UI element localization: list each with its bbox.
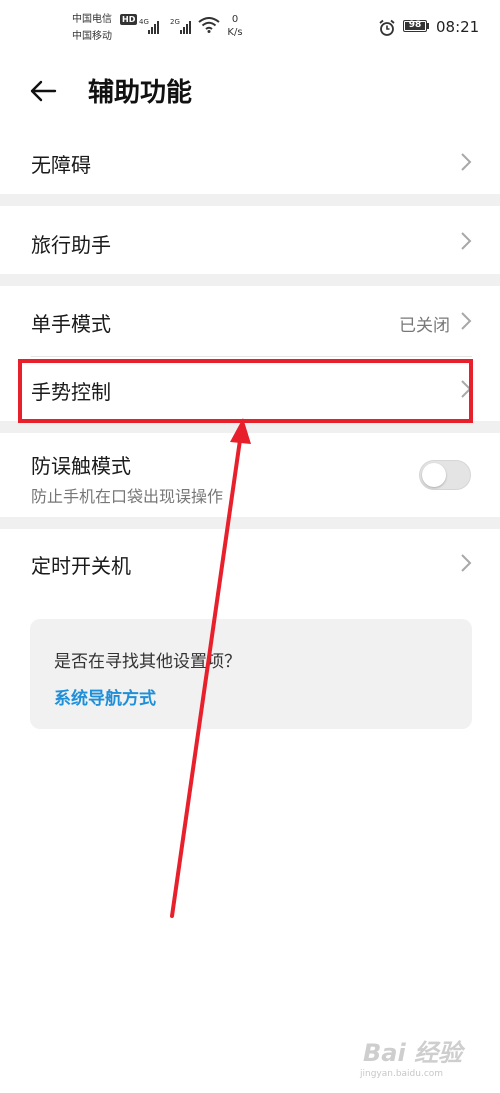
back-arrow-icon: [30, 80, 57, 102]
battery-level: 98: [408, 20, 422, 30]
chevron-right-icon: [461, 554, 472, 572]
suggestion-question: 是否在寻找其他设置项？: [54, 652, 241, 672]
travel-assistant-label: 旅行助手: [31, 233, 111, 257]
section-gap: [0, 517, 500, 529]
system-navigation-link[interactable]: 系统导航方式: [54, 684, 156, 709]
accidental-touch-label: 防误触模式: [31, 454, 131, 478]
network-speed: 0 K/s: [226, 13, 244, 39]
one-hand-mode-item[interactable]: 单手模式 已关闭: [0, 286, 500, 356]
app-bar: 辅助功能: [0, 52, 500, 130]
back-button[interactable]: [22, 70, 64, 112]
network-speed-value: 0: [231, 14, 239, 25]
page-title: 辅助功能: [88, 78, 193, 108]
scheduled-power-item[interactable]: 定时开关机: [0, 529, 500, 595]
scheduled-power-label: 定时开关机: [31, 554, 131, 578]
accessibility-item[interactable]: 无障碍: [0, 130, 500, 194]
status-bar: 中国电信 中国移动 HD 4G 2G 0 K/s 98 08:21: [0, 0, 500, 52]
watermark-logo: Bai 经验: [363, 1039, 463, 1067]
suggestion-card: 是否在寻找其他设置项？ 系统导航方式: [30, 619, 472, 729]
status-time: 08:21: [436, 18, 480, 36]
one-hand-mode-status: 已关闭: [399, 316, 450, 336]
alarm-icon: [379, 19, 395, 36]
chevron-right-icon: [461, 232, 472, 250]
network-type-2: 2G: [170, 18, 180, 26]
chevron-right-icon: [461, 312, 472, 330]
watermark: Bai 经验 jingyan.baidu.com: [355, 1027, 495, 1087]
highlight-box: [18, 359, 473, 423]
watermark-url: jingyan.baidu.com: [360, 1069, 444, 1079]
section-gap: [0, 194, 500, 206]
accidental-touch-item: 防误触模式 防止手机在口袋出现误操作: [0, 433, 500, 517]
network-speed-unit: K/s: [227, 27, 243, 38]
battery-icon: 98: [403, 20, 427, 32]
chevron-right-icon: [461, 153, 472, 171]
hd-badge: HD: [120, 14, 138, 25]
toggle-knob: [422, 463, 446, 487]
carrier-2: 中国移动: [72, 31, 112, 42]
travel-assistant-item[interactable]: 旅行助手: [0, 206, 500, 274]
accidental-touch-toggle[interactable]: [419, 460, 471, 490]
one-hand-mode-label: 单手模式: [31, 312, 111, 336]
accidental-touch-description: 防止手机在口袋出现误操作: [31, 487, 224, 506]
carrier-1: 中国电信: [72, 14, 112, 25]
signal-icon: [148, 18, 159, 34]
accessibility-label: 无障碍: [31, 153, 91, 177]
wifi-icon: [198, 17, 220, 33]
section-gap: [0, 274, 500, 286]
battery-tip: [427, 23, 429, 29]
signal-icon: [180, 18, 191, 34]
